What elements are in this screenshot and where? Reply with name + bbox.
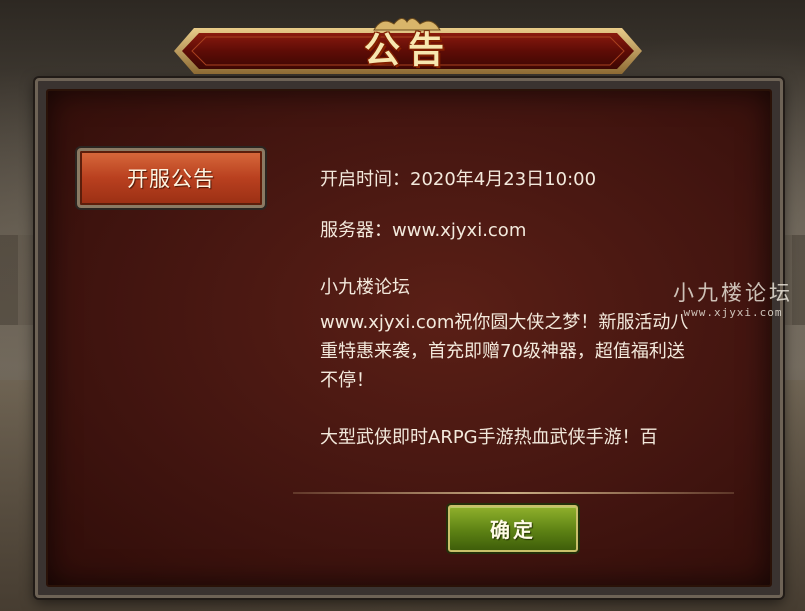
announcement-paragraph: www.xjyxi.com祝你圆大侠之梦！新服活动八重特惠来袭，首充即赠70级神… xyxy=(320,312,689,391)
open-time-text: 开启时间：2020年4月23日10:00 xyxy=(320,169,597,190)
tab-server-announcement[interactable]: 开服公告 xyxy=(77,148,265,208)
server-text: 服务器：www.xjyxi.com xyxy=(320,220,527,241)
announcement-content[interactable]: 开启时间：2020年4月23日10:00 服务器：www.xjyxi.com 小… xyxy=(320,165,720,465)
announcement-paragraph-2: 大型武侠即时ARPG手游热血武侠手游！百 xyxy=(320,427,658,448)
divider xyxy=(293,492,734,494)
game-screen: 公告 开服公告 开启时间：2020年4月23日10:00 服务器：www.xjy… xyxy=(0,0,805,611)
watermark-title: 小九楼论坛 xyxy=(673,281,793,305)
confirm-label: 确定 xyxy=(490,518,536,542)
title-ornament-icon xyxy=(373,18,441,31)
site-watermark: 小九楼论坛 www.xjyxi.com xyxy=(663,280,803,320)
confirm-button[interactable]: 确定 xyxy=(448,505,578,552)
watermark-url: www.xjyxi.com xyxy=(683,306,783,319)
forum-text: 小九楼论坛 xyxy=(320,277,410,298)
tab-label: 开服公告 xyxy=(127,167,215,191)
dialog-title: 公告 xyxy=(363,29,452,71)
dialog-title-banner: 公告 xyxy=(172,24,644,78)
